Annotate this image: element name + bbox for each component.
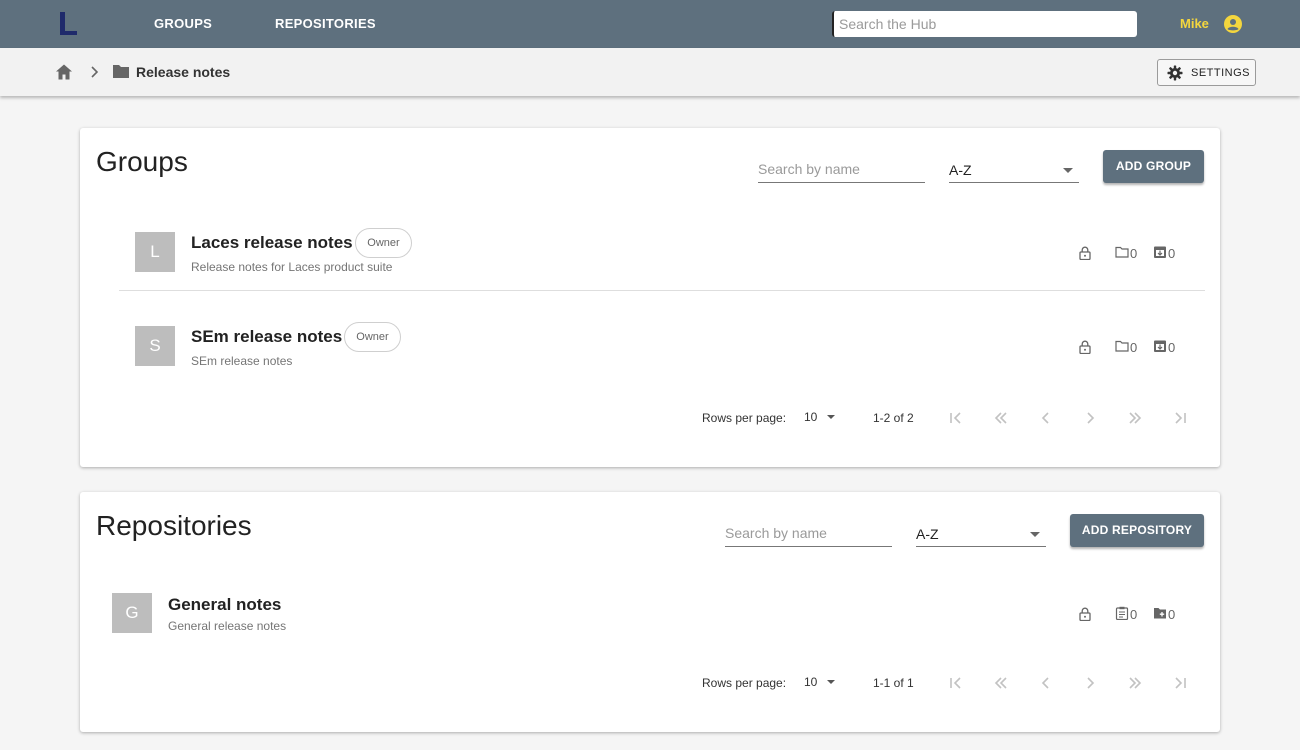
- archive-icon: [1154, 340, 1166, 352]
- first-page-icon[interactable]: [948, 675, 964, 691]
- chevron-right-icon: [91, 66, 99, 78]
- groups-card: Groups A-Z ADD GROUP L Laces release not…: [80, 128, 1220, 467]
- group-subtitle: SEm release notes: [191, 354, 293, 368]
- folder-icon: [113, 65, 129, 78]
- folder-count: 0: [1130, 340, 1138, 355]
- dropdown-caret-icon: [1030, 532, 1040, 537]
- home-icon[interactable]: [55, 63, 73, 81]
- folder-outline-icon: [1115, 246, 1129, 258]
- fast-rewind-icon[interactable]: [993, 675, 1009, 691]
- settings-button[interactable]: SETTINGS: [1157, 59, 1256, 86]
- folder-plus-icon: [1154, 608, 1166, 619]
- groups-sort-select[interactable]: A-Z: [949, 156, 1079, 183]
- repo-count: 0: [1168, 607, 1176, 622]
- folder-count: 0: [1130, 246, 1138, 261]
- repository-row[interactable]: G General notes General release notes 0 …: [80, 580, 1220, 640]
- folder-outline-icon: [1115, 340, 1129, 352]
- fast-rewind-icon[interactable]: [993, 410, 1009, 426]
- settings-label: SETTINGS: [1191, 67, 1251, 79]
- archive-count: 0: [1168, 246, 1176, 261]
- group-title: Laces release notes: [191, 233, 353, 252]
- fast-forward-icon[interactable]: [1127, 410, 1143, 426]
- add-group-button[interactable]: ADD GROUP: [1103, 150, 1204, 183]
- rows-per-page-select[interactable]: 10: [804, 675, 817, 689]
- group-subtitle: Release notes for Laces product suite: [191, 260, 393, 274]
- fast-forward-icon[interactable]: [1127, 675, 1143, 691]
- next-page-icon[interactable]: [1082, 675, 1098, 691]
- gear-icon: [1167, 65, 1183, 81]
- groups-sort-value: A-Z: [949, 162, 972, 178]
- laces-logo-icon[interactable]: [58, 11, 80, 37]
- groups-title: Groups: [96, 146, 188, 177]
- nav-repositories-link[interactable]: REPOSITORIES: [275, 16, 376, 31]
- divider: [119, 290, 1205, 291]
- groups-search-input[interactable]: [758, 156, 925, 183]
- previous-page-icon[interactable]: [1038, 675, 1054, 691]
- repositories-search-input[interactable]: [725, 520, 892, 547]
- document-count: 0: [1130, 607, 1138, 622]
- rows-per-page-caret-icon[interactable]: [827, 415, 835, 419]
- app-bar: GROUPS REPOSITORIES Mike: [0, 0, 1300, 48]
- avatar: S: [135, 326, 175, 366]
- rows-per-page-label: Rows per page:: [702, 411, 787, 425]
- group-title: SEm release notes: [191, 327, 343, 346]
- lock-icon: [1079, 246, 1091, 260]
- breadcrumb-bar: Release notes SETTINGS: [0, 48, 1300, 96]
- hub-search-input[interactable]: [832, 11, 1137, 37]
- nav-groups-link[interactable]: GROUPS: [154, 16, 212, 31]
- repository-title: General notes: [168, 595, 282, 614]
- next-page-icon[interactable]: [1082, 410, 1098, 426]
- user-name[interactable]: Mike: [1180, 16, 1209, 31]
- add-repository-button[interactable]: ADD REPOSITORY: [1070, 514, 1204, 547]
- first-page-icon[interactable]: [948, 410, 964, 426]
- group-row[interactable]: L Laces release notes Owner Release note…: [80, 218, 1220, 290]
- account-circle-icon[interactable]: [1223, 14, 1243, 34]
- owner-chip: Owner: [344, 322, 401, 352]
- pagination-range: 1-2 of 2: [873, 411, 914, 425]
- group-row[interactable]: S SEm release notes Owner SEm release no…: [80, 312, 1220, 384]
- rows-per-page-caret-icon[interactable]: [827, 680, 835, 684]
- rows-per-page-select[interactable]: 10: [804, 410, 817, 424]
- dropdown-caret-icon: [1063, 168, 1073, 173]
- archive-icon: [1154, 246, 1166, 258]
- repositories-card: Repositories A-Z ADD REPOSITORY G Genera…: [80, 492, 1220, 732]
- lock-icon: [1079, 340, 1091, 354]
- last-page-icon[interactable]: [1172, 410, 1188, 426]
- previous-page-icon[interactable]: [1038, 410, 1054, 426]
- last-page-icon[interactable]: [1172, 675, 1188, 691]
- rows-per-page-label: Rows per page:: [702, 676, 787, 690]
- avatar: G: [112, 593, 152, 633]
- archive-count: 0: [1168, 340, 1176, 355]
- repositories-sort-select[interactable]: A-Z: [916, 520, 1046, 547]
- clipboard-list-icon: [1115, 606, 1129, 620]
- avatar: L: [135, 232, 175, 272]
- pagination-range: 1-1 of 1: [873, 676, 914, 690]
- breadcrumb-current: Release notes: [136, 64, 231, 80]
- repository-subtitle: General release notes: [168, 619, 287, 633]
- repositories-title: Repositories: [96, 510, 252, 541]
- owner-chip: Owner: [355, 228, 412, 258]
- lock-icon: [1079, 607, 1091, 621]
- repositories-sort-value: A-Z: [916, 526, 939, 542]
